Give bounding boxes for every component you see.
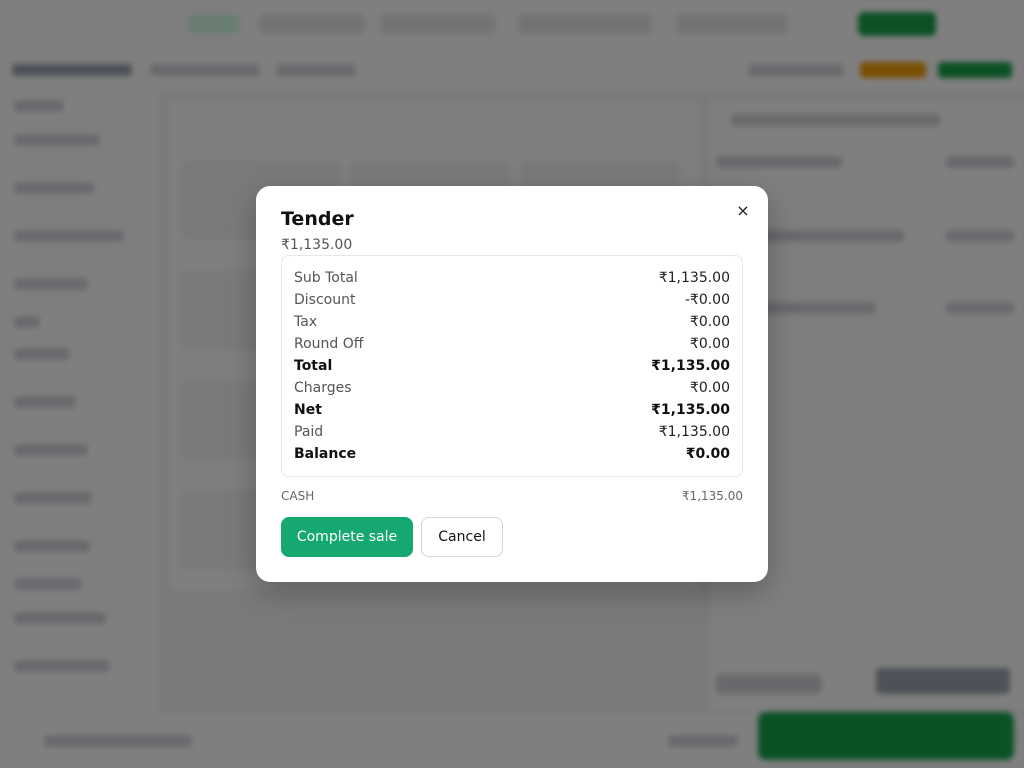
summary-value: -₹0.00 bbox=[684, 292, 730, 308]
payment-method-label: CASH bbox=[281, 489, 315, 503]
cancel-button[interactable]: Cancel bbox=[421, 517, 503, 557]
summary-row-balance: Balance ₹0.00 bbox=[294, 443, 730, 465]
summary-value: ₹0.00 bbox=[689, 314, 730, 330]
summary-value: ₹0.00 bbox=[689, 336, 730, 352]
payment-method-amount: ₹1,135.00 bbox=[681, 489, 743, 503]
tender-amount: ₹1,135.00 bbox=[281, 237, 353, 253]
summary-label: Balance bbox=[294, 446, 357, 462]
summary-label: Round Off bbox=[294, 336, 364, 352]
summary-value: ₹1,135.00 bbox=[651, 358, 730, 374]
summary-box: Sub Total ₹1,135.00 Discount -₹0.00 Tax … bbox=[281, 255, 743, 477]
summary-row-paid: Paid ₹1,135.00 bbox=[294, 421, 730, 443]
summary-label: Net bbox=[294, 402, 322, 418]
summary-row-net: Net ₹1,135.00 bbox=[294, 399, 730, 421]
summary-row-charges: Charges ₹0.00 bbox=[294, 377, 730, 399]
summary-label: Tax bbox=[294, 314, 318, 330]
summary-row-round-off: Round Off ₹0.00 bbox=[294, 333, 730, 355]
summary-label: Discount bbox=[294, 292, 356, 308]
summary-value: ₹0.00 bbox=[689, 380, 730, 396]
summary-value: ₹1,135.00 bbox=[658, 424, 730, 440]
summary-label: Total bbox=[294, 358, 333, 374]
summary-value: ₹1,135.00 bbox=[651, 402, 730, 418]
modal-title: Tender bbox=[281, 208, 354, 230]
summary-label: Sub Total bbox=[294, 270, 358, 286]
summary-row-sub-total: Sub Total ₹1,135.00 bbox=[294, 267, 730, 289]
summary-row-discount: Discount -₹0.00 bbox=[294, 289, 730, 311]
close-icon[interactable]: × bbox=[732, 200, 754, 222]
summary-value: ₹1,135.00 bbox=[658, 270, 730, 286]
summary-label: Paid bbox=[294, 424, 324, 440]
summary-value: ₹0.00 bbox=[685, 446, 730, 462]
summary-label: Charges bbox=[294, 380, 352, 396]
summary-row-total: Total ₹1,135.00 bbox=[294, 355, 730, 377]
summary-row-tax: Tax ₹0.00 bbox=[294, 311, 730, 333]
complete-sale-button[interactable]: Complete sale bbox=[281, 517, 413, 557]
